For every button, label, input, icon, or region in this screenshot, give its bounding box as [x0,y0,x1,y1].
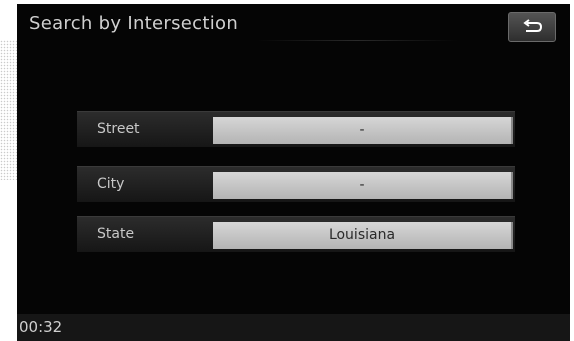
clock: 00:32 [19,318,63,336]
city-label: City [97,176,125,192]
status-bar: 00:32 [17,314,570,341]
state-row: State Louisiana [77,216,515,252]
back-arrow-icon [523,19,543,32]
back-button[interactable] [508,12,556,42]
street-field[interactable]: - [213,117,513,144]
nav-screen: Search by Intersection Street - City - S… [17,4,570,341]
street-row: Street - [77,111,515,147]
state-label: State [97,226,135,242]
page: Search by Intersection Street - City - S… [0,0,574,341]
street-label: Street [97,121,140,137]
city-row: City - [77,166,515,202]
state-field[interactable]: Louisiana [213,222,513,249]
page-title: Search by Intersection [29,13,239,34]
city-field[interactable]: - [213,172,513,199]
